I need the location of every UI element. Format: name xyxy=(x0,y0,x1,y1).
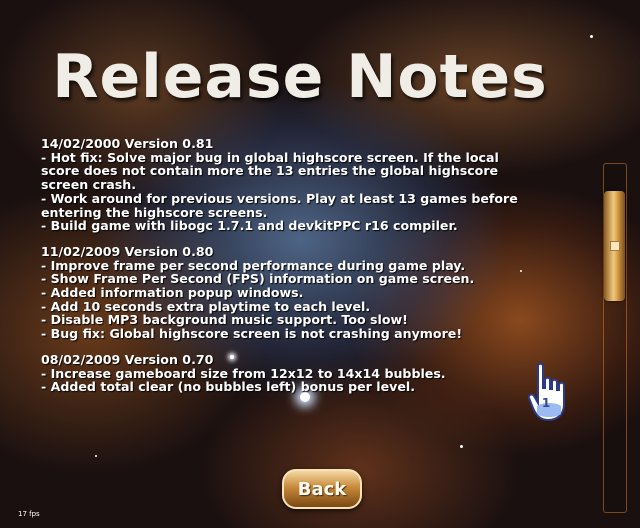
note-line: score does not contain more the 13 entri… xyxy=(41,163,499,179)
note-line: 11/02/2009 Version 0.80 xyxy=(41,243,214,259)
note-line: - Show Frame Per Second (FPS) informatio… xyxy=(41,271,475,287)
note-line: screen crash. xyxy=(41,177,137,193)
fps-counter: 17 fps xyxy=(18,510,40,518)
note-line: - Work around for previous versions. Pla… xyxy=(41,190,518,206)
note-line: 08/02/2009 Version 0.70 xyxy=(41,351,214,367)
hand-pointer-icon xyxy=(528,362,565,422)
scrollbar-grip-icon xyxy=(610,241,620,251)
star xyxy=(95,455,97,457)
note-line: - Add 10 seconds extra playtime to each … xyxy=(41,298,371,314)
note-line: - Disable MP3 background music support. … xyxy=(41,312,408,328)
back-button[interactable]: Back xyxy=(282,469,362,509)
note-line: - Improve frame per second performance d… xyxy=(41,257,466,273)
note-line: - Hot fix: Solve major bug in global hig… xyxy=(41,149,499,165)
note-line: - Increase gameboard size from 12x12 to … xyxy=(41,365,446,381)
note-line: 14/02/2000 Version 0.81 xyxy=(41,136,214,151)
note-line: - Added information popup windows. xyxy=(41,285,304,301)
cursor-player-number: 1 xyxy=(541,396,551,410)
note-line: entering the highscore screens. xyxy=(41,204,268,220)
release-notes-list: 14/02/2000 Version 0.81- Hot fix: Solve … xyxy=(41,137,581,394)
star xyxy=(460,445,463,448)
note-line: - Bug fix: Global highscore screen is no… xyxy=(41,326,463,342)
star xyxy=(590,35,593,38)
note-line: - Added total clear (no bubbles left) bo… xyxy=(41,379,415,395)
page-title: Release Notes xyxy=(52,42,548,112)
note-line: - Build game with libogc 1.7.1 and devki… xyxy=(41,218,458,234)
